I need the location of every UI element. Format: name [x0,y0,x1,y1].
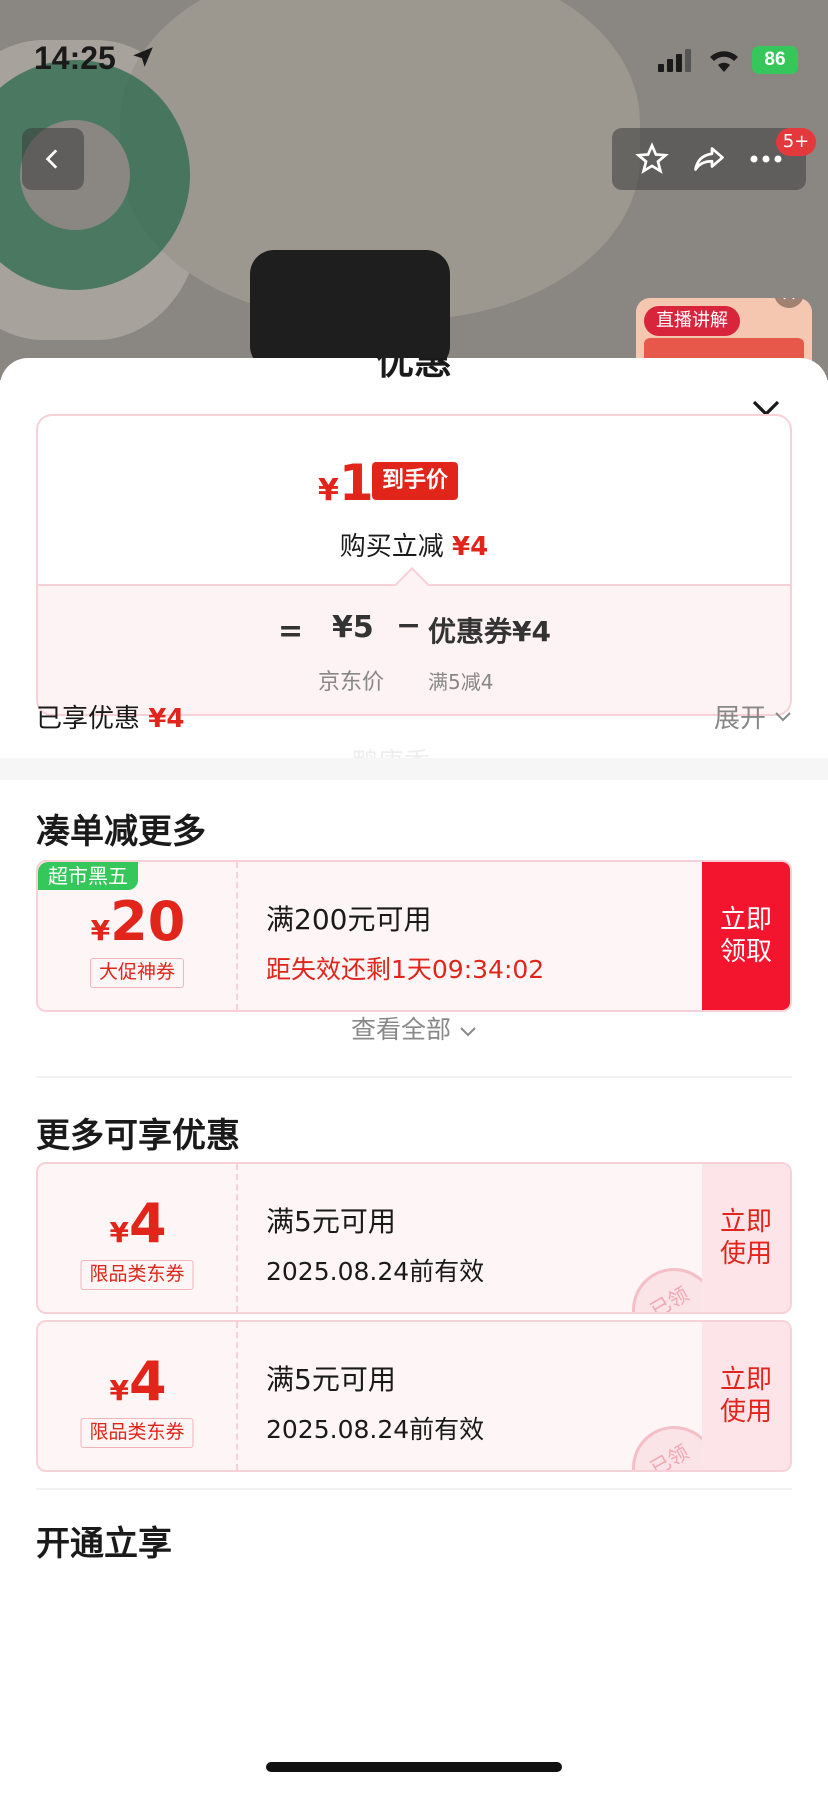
coupon-type: 限品类东券 [80,1418,194,1448]
status-time: 14:25 [34,40,116,76]
jd-price-value: ¥5 [332,610,374,645]
message-badge: 5+ [776,128,816,156]
currency-symbol: ¥ [109,1374,129,1407]
use-button-label: 立即使用 [719,1365,772,1427]
favorite-button[interactable] [628,135,676,183]
section-title-available: 更多可享优惠 [36,1116,240,1156]
chevron-left-icon [45,149,58,169]
coupon-condition: 满5元可用 [266,1205,396,1238]
sheet-title: 优惠 [375,358,452,383]
coupon-amount-value: 20 [110,890,186,953]
chevron-down-icon [775,711,791,721]
coupon-amount: ¥4 [38,1192,238,1255]
price-summary-card: ¥1 到手价 购买立减 ¥4 = ¥5 − 优惠券¥4 京东价 满5减4 [36,414,792,716]
coupon-type: 限品类东券 [80,1260,194,1290]
wifi-icon [710,51,738,72]
star-icon [635,142,670,174]
claim-button-label: 立即领取 [719,905,772,967]
divider [36,1076,792,1078]
enjoyed-amount: ¥4 [148,704,185,734]
price-breakdown: = ¥5 − 优惠券¥4 京东价 满5减4 [38,584,790,714]
share-button[interactable] [685,135,733,183]
coupon-validity: 2025.08.24前有效 [266,1415,485,1444]
coupon-card: ¥4 限品类东券 满5元可用 2025.08.24前有效 已领 立即使用 [36,1162,792,1314]
claim-coupon-button[interactable]: 立即领取 [702,862,790,1010]
currency-symbol: ¥ [90,914,111,947]
home-indicator [266,1762,562,1772]
final-price-value: 1 [338,454,374,512]
battery-indicator: 86 [752,46,798,74]
coupon-value-panel: ¥4 限品类东券 [38,1164,238,1312]
final-price: ¥1 [318,454,374,512]
close-icon[interactable]: × [774,298,804,308]
coupon-validity: 2025.08.24前有效 [266,1257,485,1286]
coupon-amount-value: 4 [128,1350,167,1413]
use-coupon-button[interactable]: 立即使用 [702,1164,790,1312]
currency-symbol: ¥ [318,473,339,508]
coupon-value-panel: ¥4 限品类东券 [38,1322,238,1470]
instant-discount-amount: ¥4 [452,532,489,562]
coupon-countdown: 距失效还剩1天09:34:02 [266,955,545,984]
expand-button[interactable]: 展开 [714,698,792,735]
section-title-more: 凑单减更多 [36,812,206,852]
watch-image [250,250,450,370]
final-price-tag: 到手价 [372,462,459,500]
section-title-open: 开通立享 [36,1524,172,1564]
coupon-tag: 超市黑五 [38,862,138,890]
enjoyed-label: 已享优惠 [36,704,141,734]
view-all-button[interactable]: 查看全部 [0,1010,828,1046]
status-bar: 14:25 86 [0,0,828,120]
discount-sheet: 优惠 ¥1 到手价 购买立减 ¥4 = ¥5 − 优惠券¥4 京东价 满5减4 … [0,358,828,1793]
chevron-down-icon [460,1027,476,1037]
equals-sign: = [278,614,304,649]
minus-sign: − [396,608,422,643]
use-coupon-button[interactable]: 立即使用 [702,1322,790,1470]
jd-price-label: 京东价 [318,670,385,695]
summary-top: ¥1 到手价 购买立减 ¥4 [38,416,790,584]
coupon-deduction: 优惠券¥4 [428,615,551,648]
expand-label: 展开 [713,704,766,734]
view-all-label: 查看全部 [351,1015,452,1044]
enjoyed-discount: 已享优惠 ¥4 [36,698,184,735]
live-tag: 直播讲解 [644,306,740,336]
use-button-label: 立即使用 [719,1207,772,1269]
currency-symbol: ¥ [109,1216,129,1249]
coupon-type: 大促神券 [89,958,185,988]
back-button[interactable] [22,128,84,190]
instant-discount-label: 购买立减 [339,532,444,562]
coupon-amount: ¥20 [38,890,238,953]
coupon-card-promo: 超市黑五 ¥20 大促神券 满200元可用 距失效还剩1天09:34:02 立即… [36,860,792,1012]
instant-discount-line: 购买立减 ¥4 [38,526,790,563]
coupon-amount-value: 4 [128,1192,167,1255]
location-arrow-icon [133,47,153,67]
divider [36,1488,792,1490]
share-icon [694,147,724,171]
more-icon [750,155,782,163]
coupon-condition: 满200元可用 [266,903,432,936]
cellular-signal-icon [658,49,691,72]
coupon-value-panel: 超市黑五 ¥20 大促神券 [38,862,238,1010]
coupon-condition: 满5元可用 [266,1363,396,1396]
coupon-card: ¥4 限品类东券 满5元可用 2025.08.24前有效 已领 立即使用 [36,1320,792,1472]
section-gap [0,758,828,780]
coupon-rule: 满5减4 [428,670,494,694]
coupon-amount: ¥4 [38,1350,238,1413]
